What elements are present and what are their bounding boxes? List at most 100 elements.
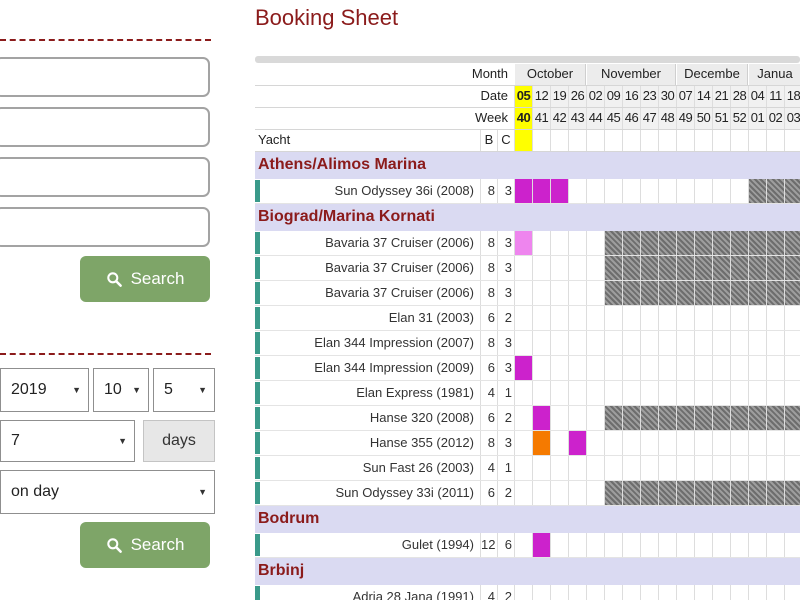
booking-cell[interactable]	[568, 356, 586, 380]
booking-cell[interactable]	[730, 306, 748, 330]
booking-cell-closed[interactable]	[676, 481, 694, 505]
booking-cell[interactable]	[532, 481, 550, 505]
booking-cell[interactable]	[550, 281, 568, 305]
booking-cell-closed[interactable]	[766, 481, 784, 505]
booking-cell[interactable]	[586, 356, 604, 380]
booking-cell-closed[interactable]	[730, 231, 748, 255]
booking-cell[interactable]	[640, 585, 658, 600]
booking-cell[interactable]	[622, 456, 640, 480]
booking-cell[interactable]	[514, 456, 532, 480]
booking-cell-booked[interactable]	[532, 533, 550, 557]
booking-cell[interactable]	[730, 533, 748, 557]
booking-cell-closed[interactable]	[604, 231, 622, 255]
booking-cell-closed[interactable]	[640, 231, 658, 255]
booking-cell-closed[interactable]	[766, 179, 784, 203]
booking-cell[interactable]	[640, 431, 658, 455]
day-select[interactable]: 5 ▼	[153, 368, 215, 412]
booking-cell-closed[interactable]	[730, 406, 748, 430]
booking-cell[interactable]	[658, 331, 676, 355]
booking-cell[interactable]	[640, 306, 658, 330]
booking-cell[interactable]	[766, 306, 784, 330]
booking-cell-closed[interactable]	[784, 179, 800, 203]
booking-cell[interactable]	[604, 456, 622, 480]
booking-cell-closed[interactable]	[694, 481, 712, 505]
booking-cell[interactable]	[514, 533, 532, 557]
booking-cell-closed[interactable]	[748, 281, 766, 305]
booking-cell[interactable]	[604, 381, 622, 405]
booking-cell[interactable]	[748, 585, 766, 600]
booking-cell[interactable]	[766, 533, 784, 557]
booking-cell-closed[interactable]	[658, 281, 676, 305]
booking-cell-closed[interactable]	[622, 281, 640, 305]
booking-cell[interactable]	[640, 356, 658, 380]
booking-cell[interactable]	[532, 306, 550, 330]
booking-cell[interactable]	[622, 331, 640, 355]
booking-cell-booked[interactable]	[568, 431, 586, 455]
search-button-top[interactable]: Search	[80, 256, 210, 302]
booking-cell-closed[interactable]	[640, 281, 658, 305]
booking-cell[interactable]	[784, 381, 800, 405]
booking-cell[interactable]	[550, 331, 568, 355]
booking-cell[interactable]	[676, 431, 694, 455]
booking-cell[interactable]	[568, 306, 586, 330]
booking-cell[interactable]	[586, 406, 604, 430]
booking-cell[interactable]	[694, 431, 712, 455]
booking-cell[interactable]	[532, 281, 550, 305]
booking-cell-closed[interactable]	[694, 231, 712, 255]
booking-cell-closed[interactable]	[766, 406, 784, 430]
booking-cell[interactable]	[658, 533, 676, 557]
booking-cell[interactable]	[514, 481, 532, 505]
booking-cell[interactable]	[604, 306, 622, 330]
booking-cell-closed[interactable]	[766, 281, 784, 305]
booking-cell-closed[interactable]	[712, 256, 730, 280]
booking-cell-closed[interactable]	[694, 281, 712, 305]
booking-cell-closed[interactable]	[784, 231, 800, 255]
booking-cell[interactable]	[676, 331, 694, 355]
booking-cell-closed[interactable]	[676, 256, 694, 280]
booking-cell-closed[interactable]	[712, 231, 730, 255]
booking-cell-closed[interactable]	[712, 481, 730, 505]
booking-cell-closed[interactable]	[658, 406, 676, 430]
booking-cell[interactable]	[514, 256, 532, 280]
booking-cell-closed[interactable]	[748, 231, 766, 255]
booking-cell[interactable]	[730, 331, 748, 355]
booking-cell[interactable]	[748, 456, 766, 480]
booking-cell-booked[interactable]	[514, 356, 532, 380]
booking-cell[interactable]	[568, 533, 586, 557]
search-text-input-3[interactable]	[0, 157, 210, 197]
booking-cell-closed[interactable]	[766, 231, 784, 255]
booking-cell[interactable]	[568, 179, 586, 203]
booking-cell[interactable]	[622, 431, 640, 455]
booking-cell[interactable]	[658, 585, 676, 600]
booking-cell-closed[interactable]	[748, 256, 766, 280]
booking-cell[interactable]	[730, 431, 748, 455]
booking-cell[interactable]	[712, 431, 730, 455]
month-select[interactable]: 10 ▼	[93, 368, 149, 412]
booking-cell[interactable]	[586, 281, 604, 305]
booking-cell[interactable]	[730, 381, 748, 405]
booking-cell-booked[interactable]	[550, 179, 568, 203]
booking-cell[interactable]	[640, 456, 658, 480]
booking-cell[interactable]	[784, 585, 800, 600]
booking-cell[interactable]	[604, 356, 622, 380]
booking-cell-closed[interactable]	[676, 231, 694, 255]
booking-cell-closed[interactable]	[622, 256, 640, 280]
booking-cell[interactable]	[532, 585, 550, 600]
booking-cell[interactable]	[568, 256, 586, 280]
booking-cell-closed[interactable]	[622, 481, 640, 505]
booking-cell[interactable]	[748, 306, 766, 330]
booking-cell[interactable]	[568, 481, 586, 505]
booking-cell-booked[interactable]	[532, 179, 550, 203]
booking-cell[interactable]	[658, 306, 676, 330]
booking-cell[interactable]	[766, 456, 784, 480]
booking-cell[interactable]	[586, 585, 604, 600]
booking-cell[interactable]	[532, 256, 550, 280]
booking-cell[interactable]	[586, 179, 604, 203]
booking-cell-closed[interactable]	[640, 406, 658, 430]
booking-cell[interactable]	[640, 179, 658, 203]
year-select[interactable]: 2019 ▼	[0, 368, 89, 412]
booking-cell-closed[interactable]	[604, 406, 622, 430]
booking-cell-closed[interactable]	[604, 256, 622, 280]
booking-cell[interactable]	[532, 356, 550, 380]
booking-cell[interactable]	[748, 381, 766, 405]
